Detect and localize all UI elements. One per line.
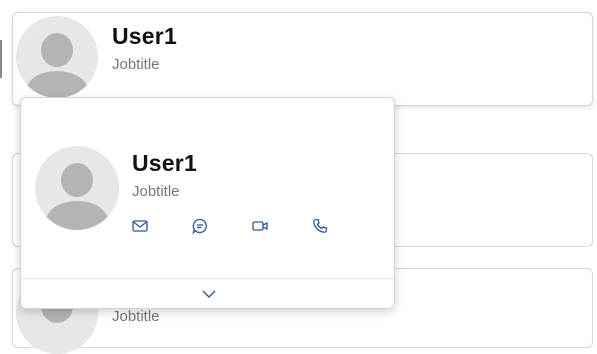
phone-icon: [313, 218, 328, 233]
user-job-title: Jobtitle: [112, 308, 160, 325]
popup-user-name: User1: [132, 150, 197, 176]
avatar-body-shape: [46, 201, 108, 230]
send-message-button[interactable]: [191, 216, 251, 236]
avatar: [16, 16, 98, 98]
user-name: User1: [112, 23, 177, 49]
left-edge-tab: [0, 40, 2, 78]
chat-icon: [192, 218, 207, 235]
audio-call-button[interactable]: [311, 216, 371, 236]
video-call-icon: [252, 221, 268, 231]
user-job-title: Jobtitle: [112, 56, 160, 73]
contact-actions: [131, 216, 371, 236]
avatar-body-shape: [26, 71, 88, 98]
popup-job-title: Jobtitle: [132, 183, 180, 200]
mail-icon: [132, 220, 148, 232]
page: { "primary_card": { "name": "User1", "jo…: [0, 0, 597, 354]
video-call-button[interactable]: [251, 216, 311, 236]
avatar: [35, 146, 119, 230]
chevron-down-icon: [202, 290, 216, 298]
avatar-head-shape: [41, 33, 73, 67]
popup-divider: [21, 278, 394, 279]
send-email-button[interactable]: [131, 216, 191, 236]
expand-details-button[interactable]: [199, 287, 219, 301]
user-card[interactable]: User1 Jobtitle: [12, 12, 593, 106]
avatar-head-shape: [61, 163, 93, 197]
profile-popup: User1 Jobtitle: [20, 97, 395, 309]
